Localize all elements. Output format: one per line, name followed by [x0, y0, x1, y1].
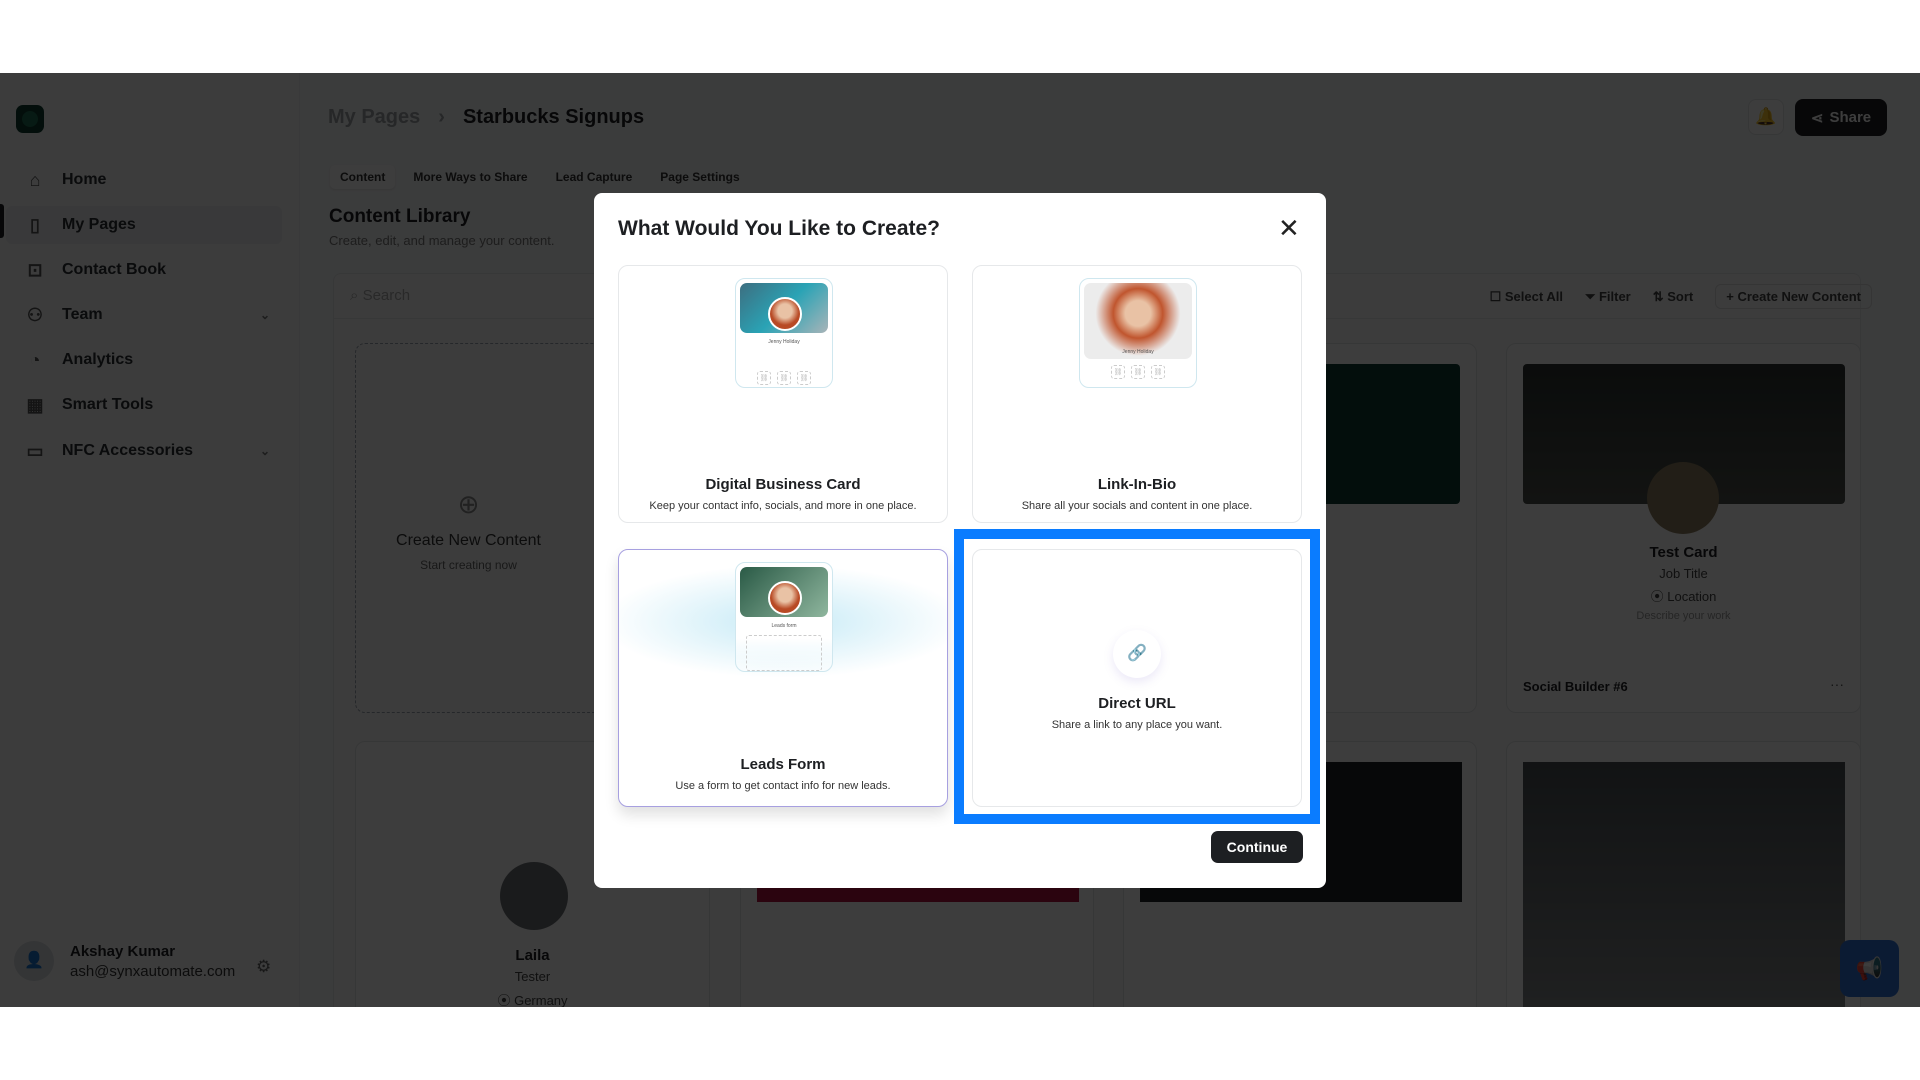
contact-book-icon: ⊡ [27, 260, 43, 280]
plus-icon: ⊕ [457, 489, 480, 519]
continue-button[interactable]: Continue [1211, 831, 1303, 863]
search-input[interactable]: ⌕ Search [350, 287, 410, 304]
share-icon: ⋖ [1810, 109, 1824, 127]
option-digital-business-card[interactable]: Jenny Holiday ⛓ ⛓ ⛓ Digital Business Card … [618, 265, 948, 523]
sidebar-item-smart-tools[interactable]: ▦ Smart Tools [6, 386, 282, 424]
sidebar-item-team[interactable]: ⚇ Team ⌄ [6, 296, 282, 334]
section-subtitle: Create, edit, and manage your content. [329, 233, 555, 248]
filter-button[interactable]: ⏷ Filter [1585, 289, 1631, 305]
search-icon: ⌕ [350, 287, 363, 304]
section-title: Content Library [329, 206, 471, 227]
grid-icon: ▦ [26, 395, 44, 415]
share-button[interactable]: ⋖ Share [1795, 99, 1887, 136]
sidebar-item-nfc-accessories[interactable]: ▭ NFC Accessories ⌄ [6, 432, 282, 470]
breadcrumb: My Pages › Starbucks Signups [328, 106, 644, 129]
avatar [1647, 462, 1719, 534]
tab-bar: Content More Ways to Share Lead Capture … [330, 165, 750, 189]
preview-image: Jenny Holiday ⛓ ⛓ ⛓ [735, 278, 833, 388]
toolbar-actions: ☐ Select All ⏷ Filter ⇅ Sort + Create Ne… [1490, 284, 1872, 309]
team-icon: ⚇ [26, 305, 44, 325]
megaphone-icon[interactable]: 📢 [1840, 940, 1899, 997]
content-card-test-card[interactable]: Test Card Job Title ⦿ Location Describe … [1506, 343, 1861, 713]
chevron-right-icon: › [438, 106, 445, 128]
sidebar: ⌂ Home ▯ My Pages ⊡ Contact Book ⚇ Team ⌄ ◔ An… [0, 73, 300, 1007]
analytics-icon: ◔ [29, 350, 41, 370]
link-icon: ⛓ [757, 371, 771, 385]
pages-icon: ▯ [30, 215, 40, 235]
option-leads-form[interactable]: Leads form Leads Form Use a form to get … [618, 549, 948, 807]
sort-button[interactable]: ⇅ Sort [1653, 289, 1694, 305]
page-title: Starbucks Signups [462, 106, 645, 128]
chevron-down-icon: ⌄ [259, 444, 270, 458]
select-all-checkbox[interactable]: ☐ Select All [1490, 289, 1563, 305]
sidebar-item-analytics[interactable]: ◔ Analytics [6, 341, 282, 379]
gear-icon[interactable]: ⚙ [256, 957, 271, 977]
user-profile[interactable]: 👤 Akshay Kumar ash@synxautomate.com [14, 941, 235, 981]
sidebar-item-my-pages[interactable]: ▯ My Pages [6, 206, 282, 244]
brand-logo [16, 105, 44, 133]
selection-highlight [954, 529, 1320, 824]
home-icon: ⌂ [29, 170, 41, 190]
tab-more-ways-to-share[interactable]: More Ways to Share [403, 165, 537, 189]
card-cover-image [1523, 762, 1845, 1007]
option-link-in-bio[interactable]: Jenny Holiday ⛓ ⛓ ⛓ Link-In-Bio Share all … [972, 265, 1302, 523]
avatar: 👤 [14, 941, 54, 981]
sidebar-item-home[interactable]: ⌂ Home [6, 161, 282, 199]
link-icon: ⛓ [1151, 365, 1165, 379]
breadcrumb-my-pages[interactable]: My Pages [328, 106, 420, 129]
avatar [500, 862, 568, 930]
location-icon: ⦿ [497, 993, 515, 1007]
preview-image: Leads form [735, 562, 833, 672]
tab-lead-capture[interactable]: Lead Capture [546, 165, 643, 189]
create-content-modal: What Would You Like to Create? ✕ Jenny H… [594, 193, 1326, 888]
create-new-content-button[interactable]: + Create New Content [1715, 284, 1872, 309]
link-icon: ⛓ [1111, 365, 1125, 379]
chevron-down-icon: ⌄ [259, 308, 270, 322]
link-icon: ⛓ [777, 371, 791, 385]
tab-page-settings[interactable]: Page Settings [650, 165, 749, 189]
content-card[interactable] [1506, 741, 1861, 1007]
sidebar-item-contact-book[interactable]: ⊡ Contact Book [6, 251, 282, 289]
link-icon: ⛓ [797, 371, 811, 385]
bell-icon[interactable]: 🔔 [1748, 99, 1784, 135]
modal-title: What Would You Like to Create? [618, 217, 941, 240]
active-indicator [0, 204, 4, 238]
more-options-icon[interactable]: ··· [1830, 676, 1844, 692]
card-icon: ▭ [26, 441, 44, 461]
preview-image: Jenny Holiday ⛓ ⛓ ⛓ [1079, 278, 1197, 388]
link-icon: ⛓ [1131, 365, 1145, 379]
close-icon[interactable]: ✕ [1278, 213, 1300, 244]
location-icon: ⦿ [1650, 589, 1668, 604]
tab-content[interactable]: Content [330, 165, 396, 189]
